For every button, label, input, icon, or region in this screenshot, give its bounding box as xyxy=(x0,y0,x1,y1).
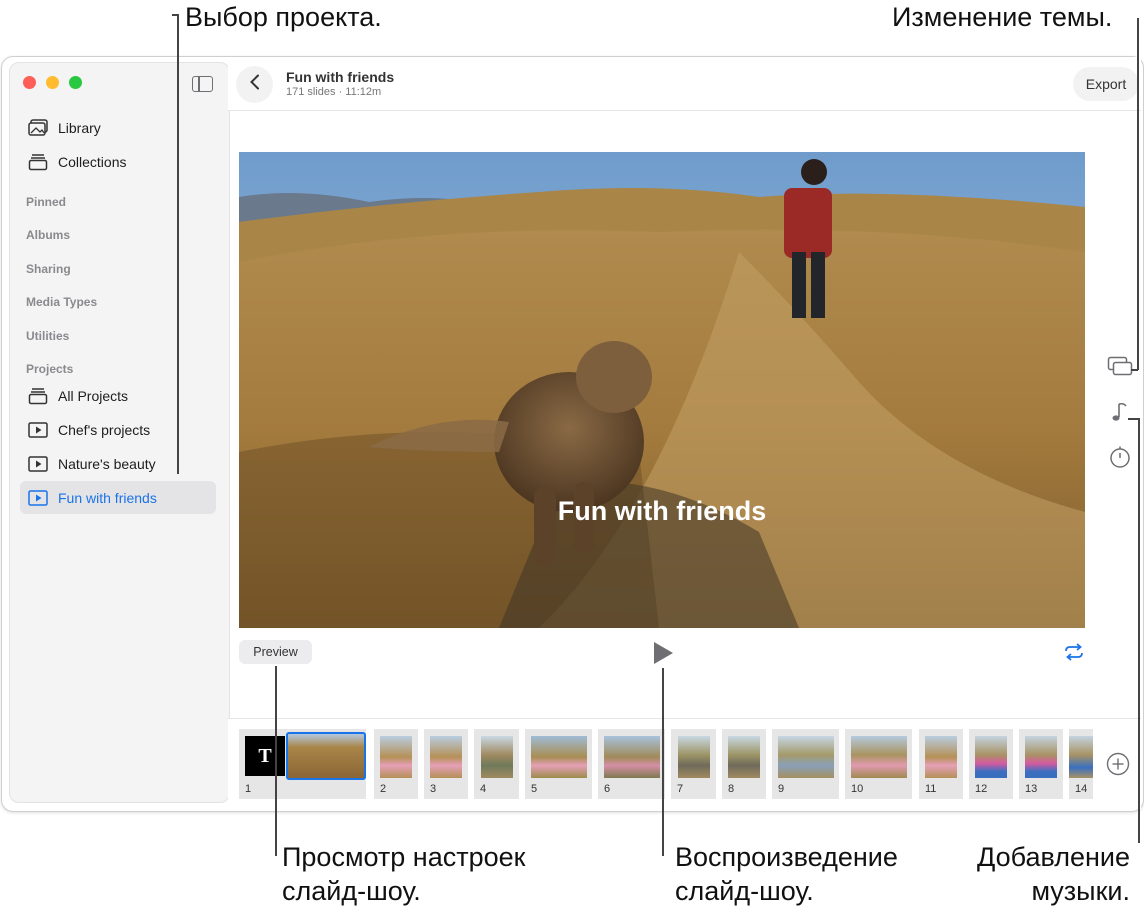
sidebar-section-albums[interactable]: Albums xyxy=(26,228,70,242)
close-button[interactable] xyxy=(23,76,36,89)
slide-thumbnail-8[interactable]: 8 xyxy=(722,729,766,799)
callout-playback-line1: Воспроизведение xyxy=(675,842,898,872)
callout-preview-settings: Просмотр настроек слайд-шоу. xyxy=(282,840,525,908)
slide-number: 5 xyxy=(531,783,538,795)
slide-number: 7 xyxy=(677,783,684,795)
callout-line-music xyxy=(1138,418,1140,843)
sidebar-item-chefs-projects[interactable]: Chef's projects xyxy=(20,414,216,446)
slide-thumbnail-6[interactable]: 6 xyxy=(598,729,665,799)
slide-number: 4 xyxy=(480,783,487,795)
sidebar-item-collections[interactable]: Collections xyxy=(20,146,216,178)
preview-button[interactable]: Preview xyxy=(239,640,312,664)
slide-title-overlay: Fun with friends xyxy=(558,496,767,526)
sidebar-item-natures-beauty[interactable]: Nature's beauty xyxy=(20,448,216,480)
callout-line-playback xyxy=(662,668,664,856)
slide-number: 9 xyxy=(778,783,785,795)
sidebar-item-label: Chef's projects xyxy=(58,422,151,438)
callout-line-preview xyxy=(275,666,277,856)
slide-thumbnail-9[interactable]: 9 xyxy=(772,729,839,799)
music-button[interactable] xyxy=(1107,401,1133,427)
callout-project-select: Выбор проекта. xyxy=(185,2,382,32)
slide-thumbnail-2[interactable]: 2 xyxy=(374,729,418,799)
chevron-left-icon xyxy=(249,74,261,95)
back-button[interactable] xyxy=(236,66,273,103)
minimize-button[interactable] xyxy=(46,76,59,89)
field-scene-illustration: Fun with friends xyxy=(239,152,1085,628)
sidebar-item-library[interactable]: Library xyxy=(20,112,216,144)
play-button[interactable] xyxy=(650,640,676,666)
slide-thumbnail-12[interactable]: 12 xyxy=(969,729,1013,799)
callout-playback: Воспроизведение слайд-шоу. xyxy=(675,840,898,908)
slide-preview-image[interactable]: Fun with friends xyxy=(239,152,1085,628)
slide-thumbnail-4[interactable]: 4 xyxy=(474,729,519,799)
project-title: Fun with friends xyxy=(286,69,395,85)
timer-icon xyxy=(1109,445,1131,474)
slide-thumbnail-1[interactable]: T 1 xyxy=(239,729,366,799)
stack-icon xyxy=(28,386,48,406)
slide-thumbnail-14[interactable]: 14 xyxy=(1069,729,1093,799)
collections-icon xyxy=(28,152,48,172)
sidebar-section-utilities[interactable]: Utilities xyxy=(26,329,69,343)
sidebar-item-label: All Projects xyxy=(58,388,129,404)
sidebar-section-sharing[interactable]: Sharing xyxy=(26,262,71,276)
callout-playback-line2: слайд-шоу. xyxy=(675,876,814,906)
sidebar-toggle-icon[interactable] xyxy=(192,76,213,92)
callout-preview-settings-line1: Просмотр настроек xyxy=(282,842,526,872)
callout-preview-settings-line2: слайд-шоу. xyxy=(282,876,421,906)
theme-icon xyxy=(1107,356,1133,381)
export-button[interactable]: Export xyxy=(1073,67,1139,101)
slide-thumbnail-3[interactable]: 3 xyxy=(424,729,468,799)
callout-line-theme-tick xyxy=(1131,369,1138,371)
slide-number: 11 xyxy=(925,783,937,795)
themes-button[interactable] xyxy=(1107,355,1133,381)
slide-number: 2 xyxy=(380,783,387,795)
play-box-icon xyxy=(28,488,48,508)
sidebar-item-fun-with-friends[interactable]: Fun with friends xyxy=(20,481,216,514)
plus-circle-icon xyxy=(1106,752,1130,780)
add-slide-button[interactable] xyxy=(1106,752,1130,776)
slide-thumbnail-10[interactable]: 10 xyxy=(845,729,912,799)
sidebar-item-all-projects[interactable]: All Projects xyxy=(20,380,216,412)
slide-number: 6 xyxy=(604,783,611,795)
callout-line-theme xyxy=(1137,18,1139,370)
play-box-icon xyxy=(28,420,48,440)
callout-line-project xyxy=(177,14,179,474)
slide-thumbnail-11[interactable]: 11 xyxy=(919,729,963,799)
slide-thumbnail-7[interactable]: 7 xyxy=(671,729,716,799)
slide-number: 14 xyxy=(1075,783,1088,795)
selected-slide-frame xyxy=(286,732,366,780)
photo-library-icon xyxy=(28,118,48,138)
project-subtitle: 171 slides · 11:12m xyxy=(286,86,382,98)
sidebar-item-label: Fun with friends xyxy=(58,489,157,506)
repeat-button[interactable] xyxy=(1063,642,1087,664)
zoom-button[interactable] xyxy=(69,76,82,89)
slide-number: 12 xyxy=(975,783,988,795)
callout-theme-change: Изменение темы. xyxy=(892,2,1113,32)
music-note-icon xyxy=(1111,401,1129,428)
sidebar-section-pinned[interactable]: Pinned xyxy=(26,195,66,209)
play-box-icon xyxy=(28,454,48,474)
callout-music: Добавление музыки. xyxy=(960,840,1130,908)
slide-thumbnail-5[interactable]: 5 xyxy=(525,729,592,799)
slide-number: 1 xyxy=(245,783,252,795)
callout-line-project-tick xyxy=(172,14,178,16)
slide-number: 8 xyxy=(728,783,735,795)
sidebar-section-projects[interactable]: Projects xyxy=(26,362,73,376)
callout-music-line1: Добавление xyxy=(977,842,1130,872)
sidebar-section-media-types[interactable]: Media Types xyxy=(26,295,97,309)
slide-number: 13 xyxy=(1025,783,1038,795)
sidebar-item-label: Collections xyxy=(58,154,127,170)
title-card: T xyxy=(245,736,285,776)
sidebar-item-label: Library xyxy=(58,120,101,136)
slide-thumbnail-13[interactable]: 13 xyxy=(1019,729,1063,799)
slide-number: 10 xyxy=(851,783,864,795)
callout-music-line2: музыки. xyxy=(1031,876,1130,906)
duration-button[interactable] xyxy=(1107,446,1133,472)
callout-line-music-tick xyxy=(1128,418,1139,420)
repeat-icon xyxy=(1063,643,1085,666)
slide-number: 3 xyxy=(430,783,437,795)
sidebar-item-label: Nature's beauty xyxy=(58,456,156,472)
